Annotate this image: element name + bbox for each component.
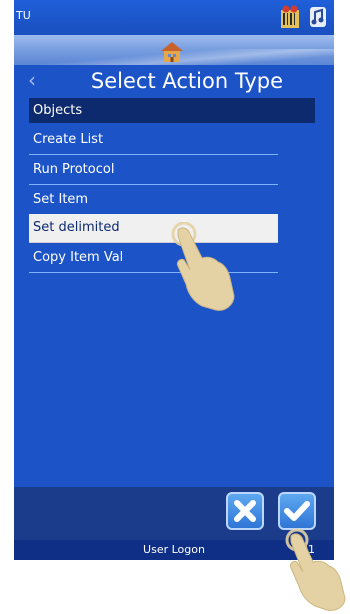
list-item-run-protocol[interactable]: Run Protocol <box>29 156 278 185</box>
checkmark-icon <box>284 501 310 521</box>
list-item-copy-item-val[interactable]: Copy Item Val <box>29 244 278 273</box>
music-note-icon <box>310 7 326 27</box>
list-item-set-delimited[interactable]: Set delimited <box>29 214 278 243</box>
list-item-create-list[interactable]: Create List <box>29 126 278 155</box>
page-title: Select Action Type <box>90 69 284 93</box>
status-bar: TU <box>14 0 334 35</box>
close-icon <box>234 500 256 522</box>
pointing-hand-icon <box>285 528 346 611</box>
pointing-hand-icon <box>171 222 235 311</box>
list-section-header: Objects <box>29 98 315 123</box>
home-icon[interactable] <box>160 41 184 63</box>
status-title: TU <box>16 9 31 22</box>
barcode-printer-icon <box>281 5 299 28</box>
cancel-button[interactable] <box>226 492 264 530</box>
ok-button[interactable] <box>278 492 316 530</box>
list-item-set-item[interactable]: Set Item <box>29 186 278 215</box>
